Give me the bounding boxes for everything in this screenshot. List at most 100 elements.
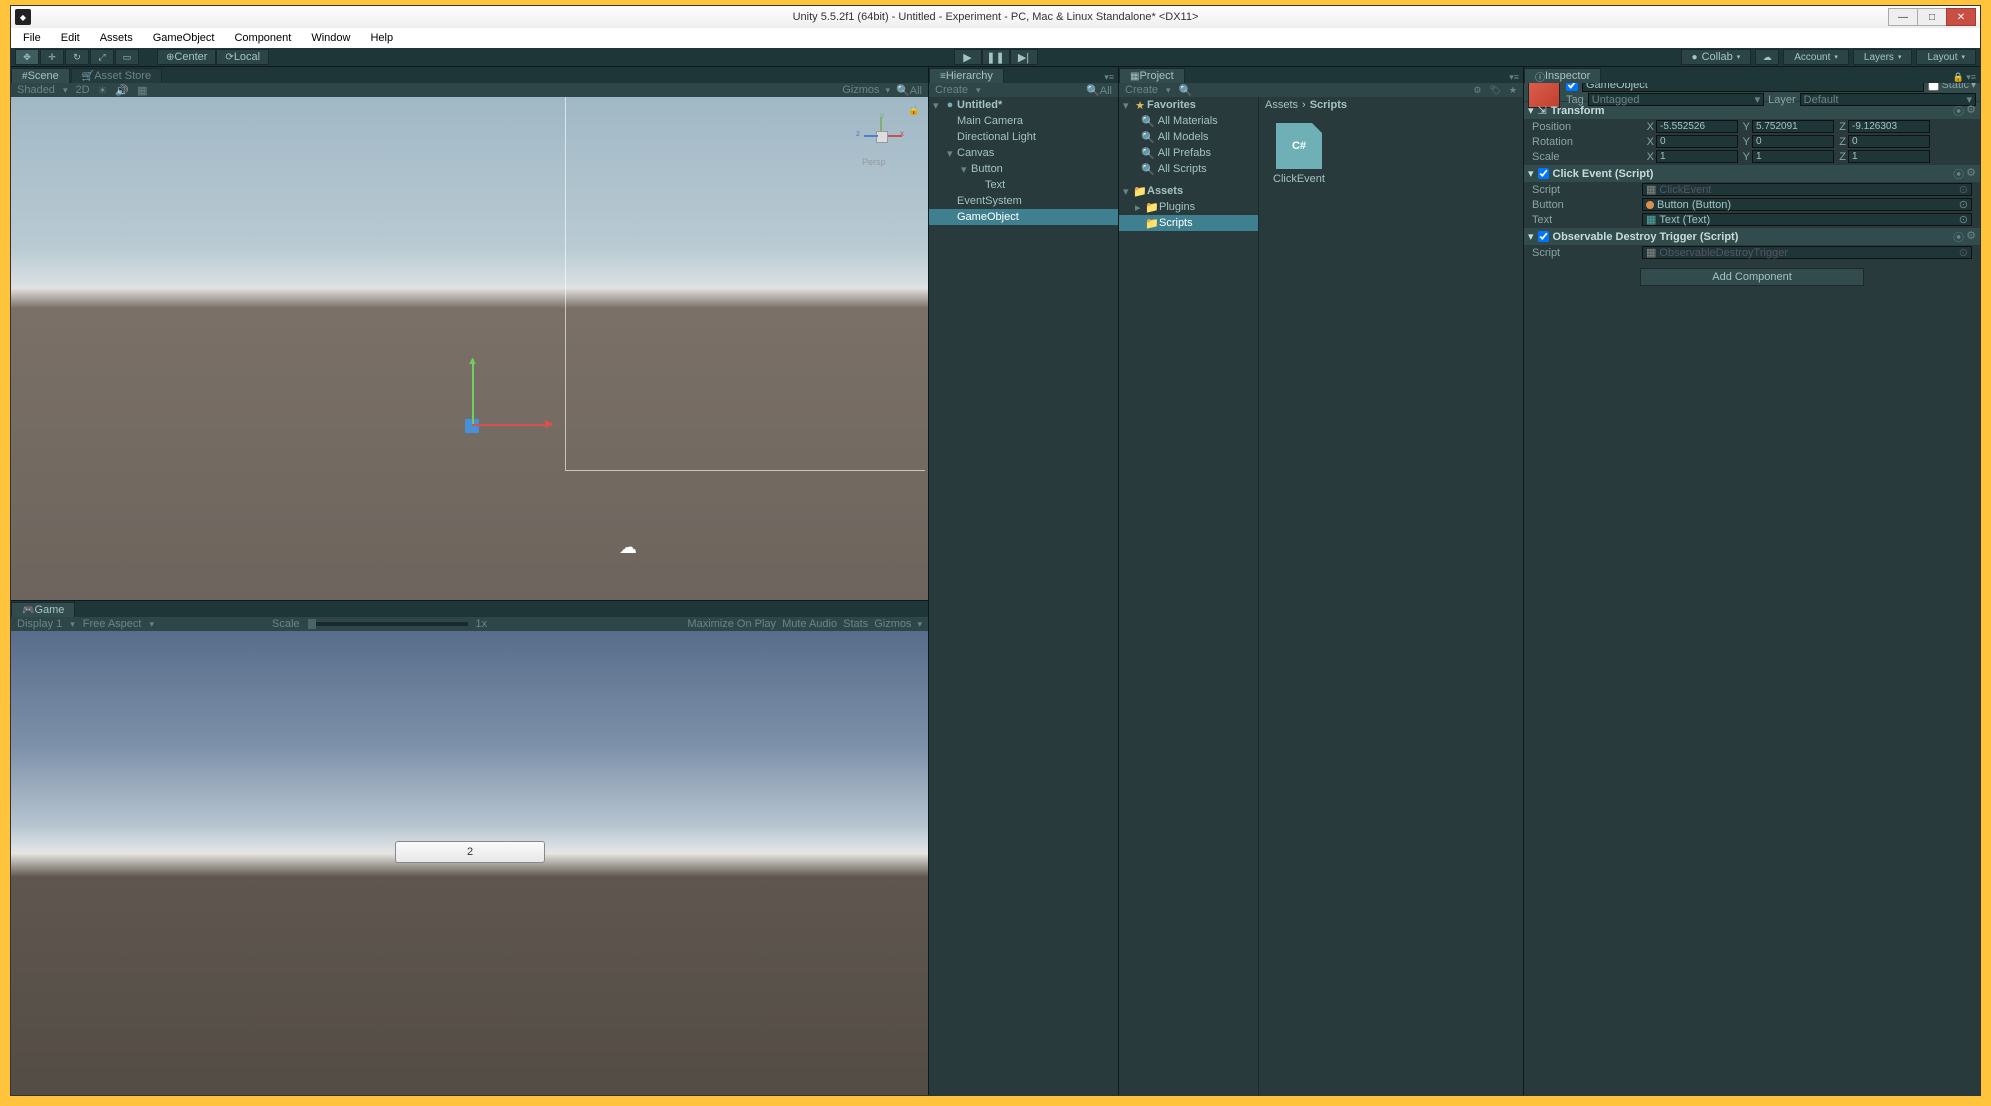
close-button[interactable]: ✕ [1946,8,1976,26]
rotation-z-field[interactable]: 0 [1848,135,1930,148]
project-search[interactable]: 🔍 [1179,84,1466,97]
component-help-icon[interactable]: ⦿ [1953,229,1964,245]
asset-script-item[interactable]: C# ClickEvent [1269,123,1329,185]
menu-help[interactable]: Help [364,30,399,46]
tab-hierarchy[interactable]: ≡ Hierarchy [929,68,1004,83]
static-checkbox[interactable]: Static ▾ [1928,83,1976,91]
orientation-gizmo[interactable]: y x z Persp [856,111,906,161]
menu-assets[interactable]: Assets [94,30,139,46]
component-settings-icon[interactable]: ⚙ [1966,103,1976,119]
tab-project[interactable]: ▦ Project [1119,68,1185,83]
game-viewport[interactable]: 2 [11,631,928,1095]
favorites-header[interactable]: ▾★Favorites [1119,97,1258,113]
scene-gizmos-dropdown[interactable]: Gizmos [842,84,879,96]
hierarchy-tree[interactable]: ▾●Untitled*Main CameraDirectional Light▾… [929,97,1118,1095]
play-button[interactable]: ▶ [954,49,982,65]
minimize-button[interactable]: — [1888,8,1918,26]
pivot-center-button[interactable]: ⊕ Center [157,49,216,65]
favorite-item[interactable]: 🔍 All Scripts [1119,161,1258,177]
position-z-field[interactable]: -9.126303 [1848,120,1930,133]
hierarchy-item[interactable]: Main Camera [929,113,1118,129]
project-asset-grid[interactable]: C# ClickEvent [1259,113,1523,1095]
hierarchy-item[interactable]: Text [929,177,1118,193]
rotation-y-field[interactable]: 0 [1752,135,1834,148]
rect-tool-button[interactable]: ▭ [115,49,139,65]
inspector-lock-icon[interactable]: 🔒 ▾≡ [1949,72,1980,83]
scene-search[interactable]: 🔍All [896,84,922,97]
hierarchy-item[interactable]: ▾Button [929,161,1118,177]
gameobject-name-field[interactable] [1582,83,1924,92]
project-panel-menu-icon[interactable]: ▾≡ [1505,72,1523,83]
tab-scene[interactable]: # Scene [11,68,70,83]
account-dropdown[interactable]: Account [1783,49,1849,65]
project-folder-tree[interactable]: ▾★Favorites 🔍 All Materials 🔍 All Models… [1119,97,1259,1095]
hierarchy-search[interactable]: 🔍All [1086,84,1112,97]
hierarchy-item[interactable]: ▾Canvas [929,145,1118,161]
layers-dropdown[interactable]: Layers [1853,49,1913,65]
position-x-field[interactable]: -5.552526 [1656,120,1738,133]
game-scale-slider[interactable] [308,622,468,626]
hierarchy-item[interactable]: ▾●Untitled* [929,97,1118,113]
collab-dropdown[interactable]: ● Collab [1681,49,1752,65]
scene-2d-toggle[interactable]: 2D [75,84,89,96]
menu-file[interactable]: File [17,30,47,46]
tab-asset-store[interactable]: 🛒 Asset Store [71,68,162,83]
clickevent-component-header[interactable]: ▾ Click Event (Script) ⦿⚙ [1524,165,1980,182]
pause-button[interactable]: ❚❚ [982,49,1010,65]
folder-item[interactable]: 📁Scripts [1119,215,1258,231]
hierarchy-item[interactable]: EventSystem [929,193,1118,209]
layout-dropdown[interactable]: Layout [1916,49,1976,65]
tag-dropdown[interactable]: Untagged▾ [1588,93,1764,106]
hierarchy-item[interactable]: GameObject [929,209,1118,225]
tab-inspector[interactable]: ⓘ Inspector [1524,68,1601,83]
hierarchy-panel-menu-icon[interactable]: ▾≡ [1100,72,1118,83]
script-object-field[interactable]: ▦ClickEvent⊙ [1642,183,1972,196]
component-settings-icon[interactable]: ⚙ [1966,229,1976,245]
hierarchy-create-dropdown[interactable]: Create [935,84,968,96]
transform-gizmo[interactable]: ▲ ▶ [445,359,525,439]
menu-edit[interactable]: Edit [55,30,86,46]
persp-label[interactable]: Persp [862,157,886,167]
script-object-field[interactable]: ▦ObservableDestroyTrigger⊙ [1642,246,1972,259]
component-help-icon[interactable]: ⦿ [1953,103,1964,119]
hand-tool-button[interactable]: ✥ [15,49,39,65]
scale-tool-button[interactable]: ⤢ [90,49,114,65]
button-object-field[interactable]: Button (Button)⊙ [1642,198,1972,211]
add-component-button[interactable]: Add Component [1640,268,1864,286]
scene-lock-icon[interactable]: 🔒 [908,105,920,116]
move-tool-button[interactable]: ✛ [40,49,64,65]
component-enabled-checkbox[interactable] [1538,168,1549,179]
favorite-item[interactable]: 🔍 All Models [1119,129,1258,145]
scene-light-toggle[interactable]: ☀ [98,84,108,97]
folder-item[interactable]: ▸📁Plugins [1119,199,1258,215]
component-enabled-checkbox[interactable] [1538,231,1549,242]
assets-header[interactable]: ▾📁Assets [1119,183,1258,199]
tab-game[interactable]: 🎮 Game [11,602,75,617]
breadcrumb-segment[interactable]: Scripts [1310,99,1347,111]
destroytrigger-component-header[interactable]: ▾ Observable Destroy Trigger (Script) ⦿⚙ [1524,228,1980,245]
menu-window[interactable]: Window [305,30,356,46]
project-filter-icon[interactable]: ⚙ [1473,85,1481,96]
cloud-button[interactable]: ☁ [1755,49,1779,65]
project-filter-icon[interactable]: ★ [1509,85,1517,96]
scale-x-field[interactable]: 1 [1656,150,1738,163]
scene-fx-toggle[interactable]: ▦ [137,84,147,97]
scale-z-field[interactable]: 1 [1848,150,1930,163]
rotate-tool-button[interactable]: ↻ [65,49,89,65]
hierarchy-item[interactable]: Directional Light [929,129,1118,145]
position-y-field[interactable]: 5.752091 [1752,120,1834,133]
scale-y-field[interactable]: 1 [1752,150,1834,163]
component-help-icon[interactable]: ⦿ [1953,166,1964,182]
project-create-dropdown[interactable]: Create [1125,84,1158,96]
scene-viewport[interactable]: ▲ ▶ ☁ y x z Persp 🔒 [11,97,928,600]
runtime-ui-button[interactable]: 2 [395,841,545,863]
maximize-button[interactable]: □ [1917,8,1947,26]
gameobject-active-checkbox[interactable] [1566,83,1578,91]
menu-gameobject[interactable]: GameObject [147,30,221,46]
scene-audio-toggle[interactable]: 🔊 [115,84,129,97]
favorite-item[interactable]: 🔍 All Prefabs [1119,145,1258,161]
camera-gizmo-icon[interactable]: ☁ [619,537,637,558]
component-settings-icon[interactable]: ⚙ [1966,166,1976,182]
step-button[interactable]: ▶| [1010,49,1038,65]
project-filter-icon[interactable]: 🏷 [1489,85,1500,96]
